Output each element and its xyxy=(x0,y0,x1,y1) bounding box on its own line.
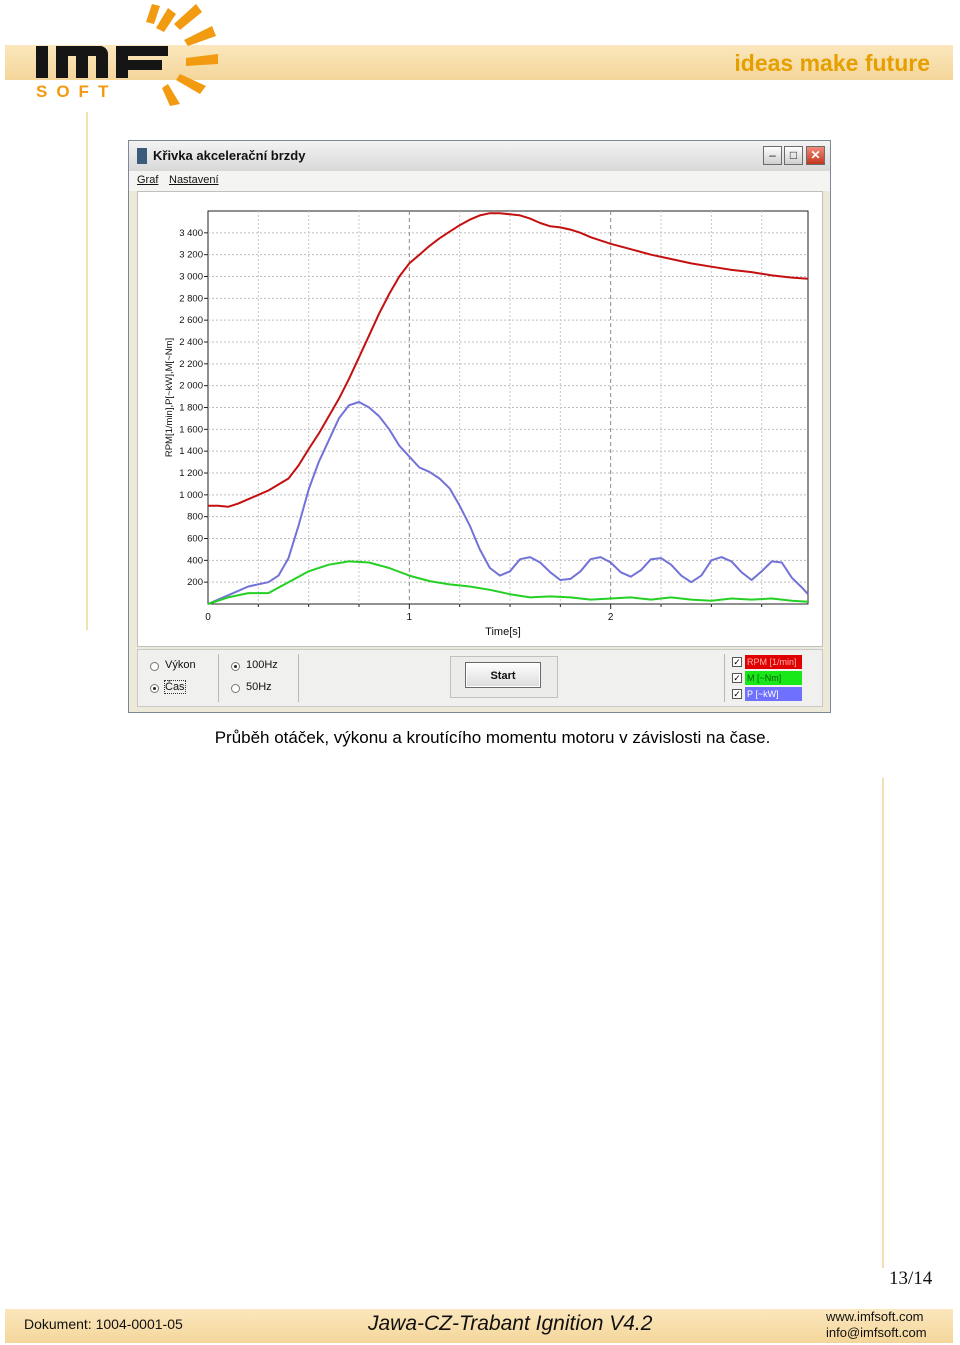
chart-area: 200 400 600 800 1 000 1 200 1 400 1 600 1 800 2 0… xyxy=(137,191,823,647)
svg-text:SOFT: SOFT xyxy=(36,82,117,101)
y-tick-label: 2 600 xyxy=(179,315,203,326)
y-tick-label: 3 400 xyxy=(179,228,203,239)
y-tick-label: 2 800 xyxy=(179,293,203,304)
legend-rpm-label: RPM [1/min] xyxy=(745,655,802,669)
footer-product-title: Jawa-CZ-Trabant Ignition V4.2 xyxy=(368,1312,653,1335)
y-tick-label: 200 xyxy=(187,577,203,588)
y-tick-label: 1 000 xyxy=(179,490,203,501)
y-tick-label: 3 200 xyxy=(179,250,203,261)
tagline: ideas make future xyxy=(734,50,930,76)
y-axis-label: RPM[1/min],P[~kW],M[~Nm] xyxy=(164,338,175,457)
x-tick-label: 1 xyxy=(407,612,413,623)
minimize-icon[interactable]: – xyxy=(763,146,782,165)
legend-rpm[interactable]: ✓ RPM [1/min] xyxy=(730,655,802,669)
y-tick-label: 2 200 xyxy=(179,359,203,370)
legend-m[interactable]: ✓ M [~Nm] xyxy=(730,671,802,685)
acceleration-chart: 200 400 600 800 1 000 1 200 1 400 1 600 1 800 2 0… xyxy=(164,210,809,638)
footer-contact: www.imfsoft.com info@imfsoft.com xyxy=(826,1309,927,1341)
radio-vykon[interactable] xyxy=(150,662,159,671)
x-tick-label: 2 xyxy=(608,612,614,623)
y-tick-label: 2 400 xyxy=(179,337,203,348)
footer-email[interactable]: info@imfsoft.com xyxy=(826,1325,927,1341)
radio-50hz-label: 50Hz xyxy=(246,681,272,693)
footer-website[interactable]: www.imfsoft.com xyxy=(826,1309,927,1325)
radio-100hz-label: 100Hz xyxy=(246,659,278,671)
control-panel: Výkon Čas 100Hz 50Hz Start ✓ RPM [1/min]… xyxy=(137,649,823,707)
right-rule xyxy=(882,778,884,1268)
y-tick-label: 2 000 xyxy=(179,381,203,392)
legend-p[interactable]: ✓ P [~kW] xyxy=(730,687,802,701)
window-title: Křivka akcelerační brzdy xyxy=(153,148,306,163)
separator xyxy=(298,654,299,702)
window-titlebar: Křivka akcelerační brzdy – □ ✕ xyxy=(129,141,830,171)
radio-50hz[interactable] xyxy=(231,684,240,693)
separator xyxy=(724,654,725,702)
x-axis-label: Time[s] xyxy=(485,626,521,638)
legend-m-label: M [~Nm] xyxy=(745,671,802,685)
y-tick-label: 600 xyxy=(187,534,203,545)
checkbox-rpm[interactable]: ✓ xyxy=(732,657,742,667)
y-tick-label: 1 800 xyxy=(179,403,203,414)
legend-p-label: P [~kW] xyxy=(745,687,802,701)
app-window-screenshot: Křivka akcelerační brzdy – □ ✕ Graf Nast… xyxy=(128,140,831,713)
radio-vykon-label: Výkon xyxy=(165,659,196,671)
x-tick-label: 0 xyxy=(205,612,211,623)
radio-100hz[interactable] xyxy=(231,662,240,671)
y-tick-label: 1 600 xyxy=(179,424,203,435)
figure-caption: Průběh otáček, výkonu a kroutícího momen… xyxy=(214,728,771,747)
y-tick-label: 3 000 xyxy=(179,272,203,283)
menu-graf[interactable]: Graf xyxy=(137,174,158,186)
app-icon xyxy=(137,148,147,164)
start-button[interactable]: Start xyxy=(465,662,541,688)
maximize-icon[interactable]: □ xyxy=(784,146,803,165)
radio-cas-label: Čas xyxy=(164,680,186,694)
menu-nastaveni[interactable]: Nastavení xyxy=(169,174,219,186)
y-tick-label: 400 xyxy=(187,555,203,566)
menubar: Graf Nastavení xyxy=(129,171,830,191)
radio-cas[interactable] xyxy=(150,684,159,693)
y-tick-label: 1 400 xyxy=(179,446,203,457)
y-tick-label: 800 xyxy=(187,512,203,523)
y-tick-label: 1 200 xyxy=(179,468,203,479)
close-icon[interactable]: ✕ xyxy=(806,146,825,165)
left-rule xyxy=(86,112,88,630)
separator xyxy=(218,654,219,702)
footer-document-id: Dokument: 1004-0001-05 xyxy=(24,1316,183,1332)
page-number: 13/14 xyxy=(889,1268,933,1289)
checkbox-m[interactable]: ✓ xyxy=(732,673,742,683)
checkbox-p[interactable]: ✓ xyxy=(732,689,742,699)
imf-soft-logo: SOFT xyxy=(28,0,238,110)
